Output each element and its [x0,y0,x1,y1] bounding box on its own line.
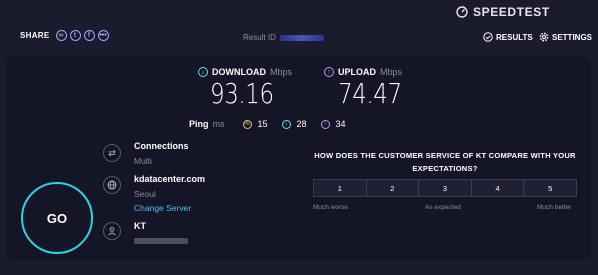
ping-label: Ping [189,119,209,129]
upload-metric: ↑ UPLOAD Mbps [324,67,402,77]
ping-upload: ↑ 34 [320,119,346,129]
scale-mid-label: As expected [425,204,461,211]
share-bar: SHARE ∞ t f ••• [20,30,109,41]
speedtest-logo: SPEEDTEST [456,4,550,20]
more-icon[interactable]: ••• [97,30,109,41]
check-circle-icon [483,32,493,42]
connections-value[interactable]: Multi [134,156,152,166]
rating-option-4[interactable]: 4 [472,180,525,196]
gauge-icon [456,6,468,18]
results-link[interactable]: RESULTS [483,32,533,42]
result-id: Result ID [243,33,324,42]
ping-idle-icon: % [242,119,252,129]
share-label: SHARE [20,31,50,40]
ping-download-value: 28 [296,119,307,129]
go-button[interactable]: GO [21,182,93,254]
facebook-icon[interactable]: f [83,30,95,41]
upload-unit: Mbps [380,67,403,77]
ping-idle-value: 15 [257,119,268,129]
result-id-value-redacted [279,34,324,41]
upload-header: ↑ UPLOAD Mbps [324,67,402,77]
ping-upload-icon: ↑ [320,119,330,129]
globe-icon [103,176,121,194]
change-server-link[interactable]: Change Server [134,203,191,213]
twitter-icon[interactable]: t [69,30,81,41]
ping-download: ↓ 28 [281,119,307,129]
download-label: DOWNLOAD [212,67,266,77]
ping-idle: % 15 [242,119,268,129]
result-id-label: Result ID [243,33,276,42]
gear-icon [539,32,549,42]
scale-high-label: Much better [537,204,572,211]
download-value: 93.16 [210,77,274,110]
connections-title: Connections [134,141,189,151]
rating-option-5[interactable]: 5 [524,180,576,196]
survey-question: HOW DOES THE CUSTOMER SERVICE OF KT COMP… [314,151,576,173]
download-header: ↓ DOWNLOAD Mbps [198,67,292,77]
provider-name: KT [134,221,146,231]
upload-label: UPLOAD [338,67,376,77]
ping-upload-value: 34 [335,119,346,129]
upload-arrow-icon: ↑ [324,67,334,77]
settings-link[interactable]: SETTINGS [539,32,592,42]
ping-unit: ms [212,119,225,129]
ping-row: Ping ms % 15 ↓ 28 ↑ 34 [189,119,360,129]
upload-value: 74.47 [338,77,402,110]
download-arrow-icon: ↓ [198,67,208,77]
download-metric: ↓ DOWNLOAD Mbps [198,67,292,77]
globe-glyph [107,180,117,190]
download-unit: Mbps [270,67,293,77]
server-host: kdatacenter.com [134,174,206,184]
ping-download-icon: ↓ [281,119,291,129]
scale-low-label: Much worse [313,204,349,211]
link-icon[interactable]: ∞ [55,30,67,41]
rating-option-1[interactable]: 1 [314,180,367,196]
connections-icon[interactable]: ⇄ [103,144,121,162]
provider-ip-redacted [134,238,188,244]
user-icon [103,222,121,240]
results-label: RESULTS [496,32,533,42]
rating-option-2[interactable]: 2 [367,180,420,196]
settings-label: SETTINGS [552,32,593,42]
brand-name: SPEEDTEST [473,5,550,19]
survey-rating-scale: 1 2 3 4 5 [313,179,577,197]
rating-option-3[interactable]: 3 [419,180,472,196]
server-location: Seoul [134,189,156,199]
user-glyph [108,227,116,236]
